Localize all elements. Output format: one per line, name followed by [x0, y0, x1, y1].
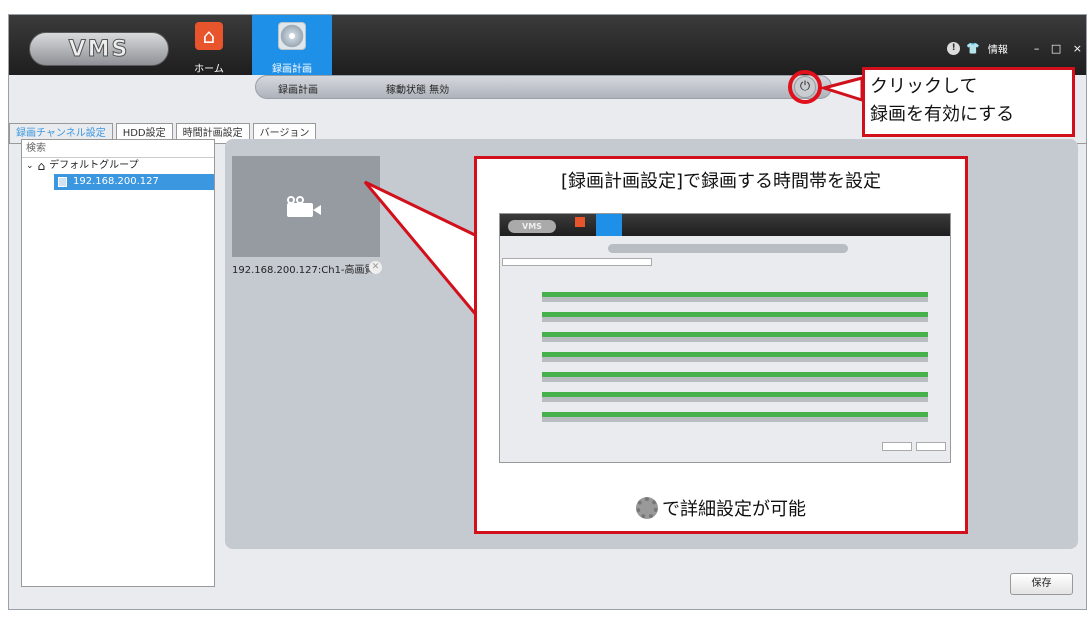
schedule-callout-footer: で詳細設定が可能: [477, 495, 965, 521]
info-link[interactable]: 情報: [988, 41, 1008, 56]
logo-text: VMS: [68, 36, 130, 62]
window-controls[interactable]: – □ ×: [1034, 42, 1086, 55]
status-title: 録画計画: [278, 85, 318, 96]
tree-group[interactable]: ⌄ ⌂ デフォルトグループ: [22, 158, 214, 174]
tree-item-device[interactable]: 192.168.200.127: [54, 174, 214, 190]
gear-icon: [636, 497, 658, 519]
tree-group-label: デフォルトグループ: [49, 160, 139, 171]
schedule-callout: [録画計画設定]で録画する時間帯を設定 VMS で詳細設定が可能: [474, 156, 968, 534]
schedule-callout-footer-text: で詳細設定が可能: [662, 499, 806, 520]
power-callout-line2: 録画を有効にする: [870, 104, 1015, 125]
status-state: 稼動状態 無効: [386, 85, 450, 96]
alert-icon[interactable]: !: [947, 41, 961, 55]
close-icon[interactable]: ✕: [369, 261, 382, 274]
video-camera-icon: [287, 194, 321, 217]
channel-tile[interactable]: [232, 156, 380, 257]
skin-icon[interactable]: 👕: [966, 42, 980, 55]
camera-device-icon: [58, 177, 67, 187]
vms-logo: VMS: [29, 32, 169, 66]
power-callout-line1: クリックして: [870, 76, 978, 97]
title-right-controls: ! 👕 情報 – □ ×: [947, 41, 1086, 56]
schedule-callout-title: [録画計画設定]で録画する時間帯を設定: [560, 171, 882, 192]
record-disc-icon: [278, 22, 306, 50]
device-tree-panel: 検索 ⌄ ⌂ デフォルトグループ 192.168.200.127: [21, 139, 215, 587]
save-button[interactable]: 保存: [1010, 573, 1073, 595]
tree-item-label: 192.168.200.127: [73, 176, 159, 187]
schedule-screenshot-thumbnail: VMS: [499, 213, 951, 463]
nav-recording-plan[interactable]: 録画計画: [252, 15, 332, 75]
home-icon: ⌂: [195, 22, 223, 50]
power-callout: クリックして 録画を有効にする: [862, 67, 1075, 137]
group-icon: ⌂: [37, 159, 46, 173]
chevron-down-icon[interactable]: ⌄: [26, 158, 34, 174]
search-input[interactable]: 検索: [22, 140, 214, 158]
status-bar: 録画計画 稼動状態 無効: [255, 75, 832, 99]
power-highlight-ring: [788, 70, 822, 104]
nav-recording-plan-label: 録画計画: [272, 64, 312, 75]
nav-home-label: ホーム: [194, 64, 224, 75]
nav-home[interactable]: ⌂ ホーム: [169, 15, 249, 75]
title-bar: VMS ⌂ ホーム 録画計画 ! 👕 情報 – □ ×: [9, 15, 1086, 75]
channel-caption: 192.168.200.127:Ch1-高画質: [232, 265, 375, 276]
